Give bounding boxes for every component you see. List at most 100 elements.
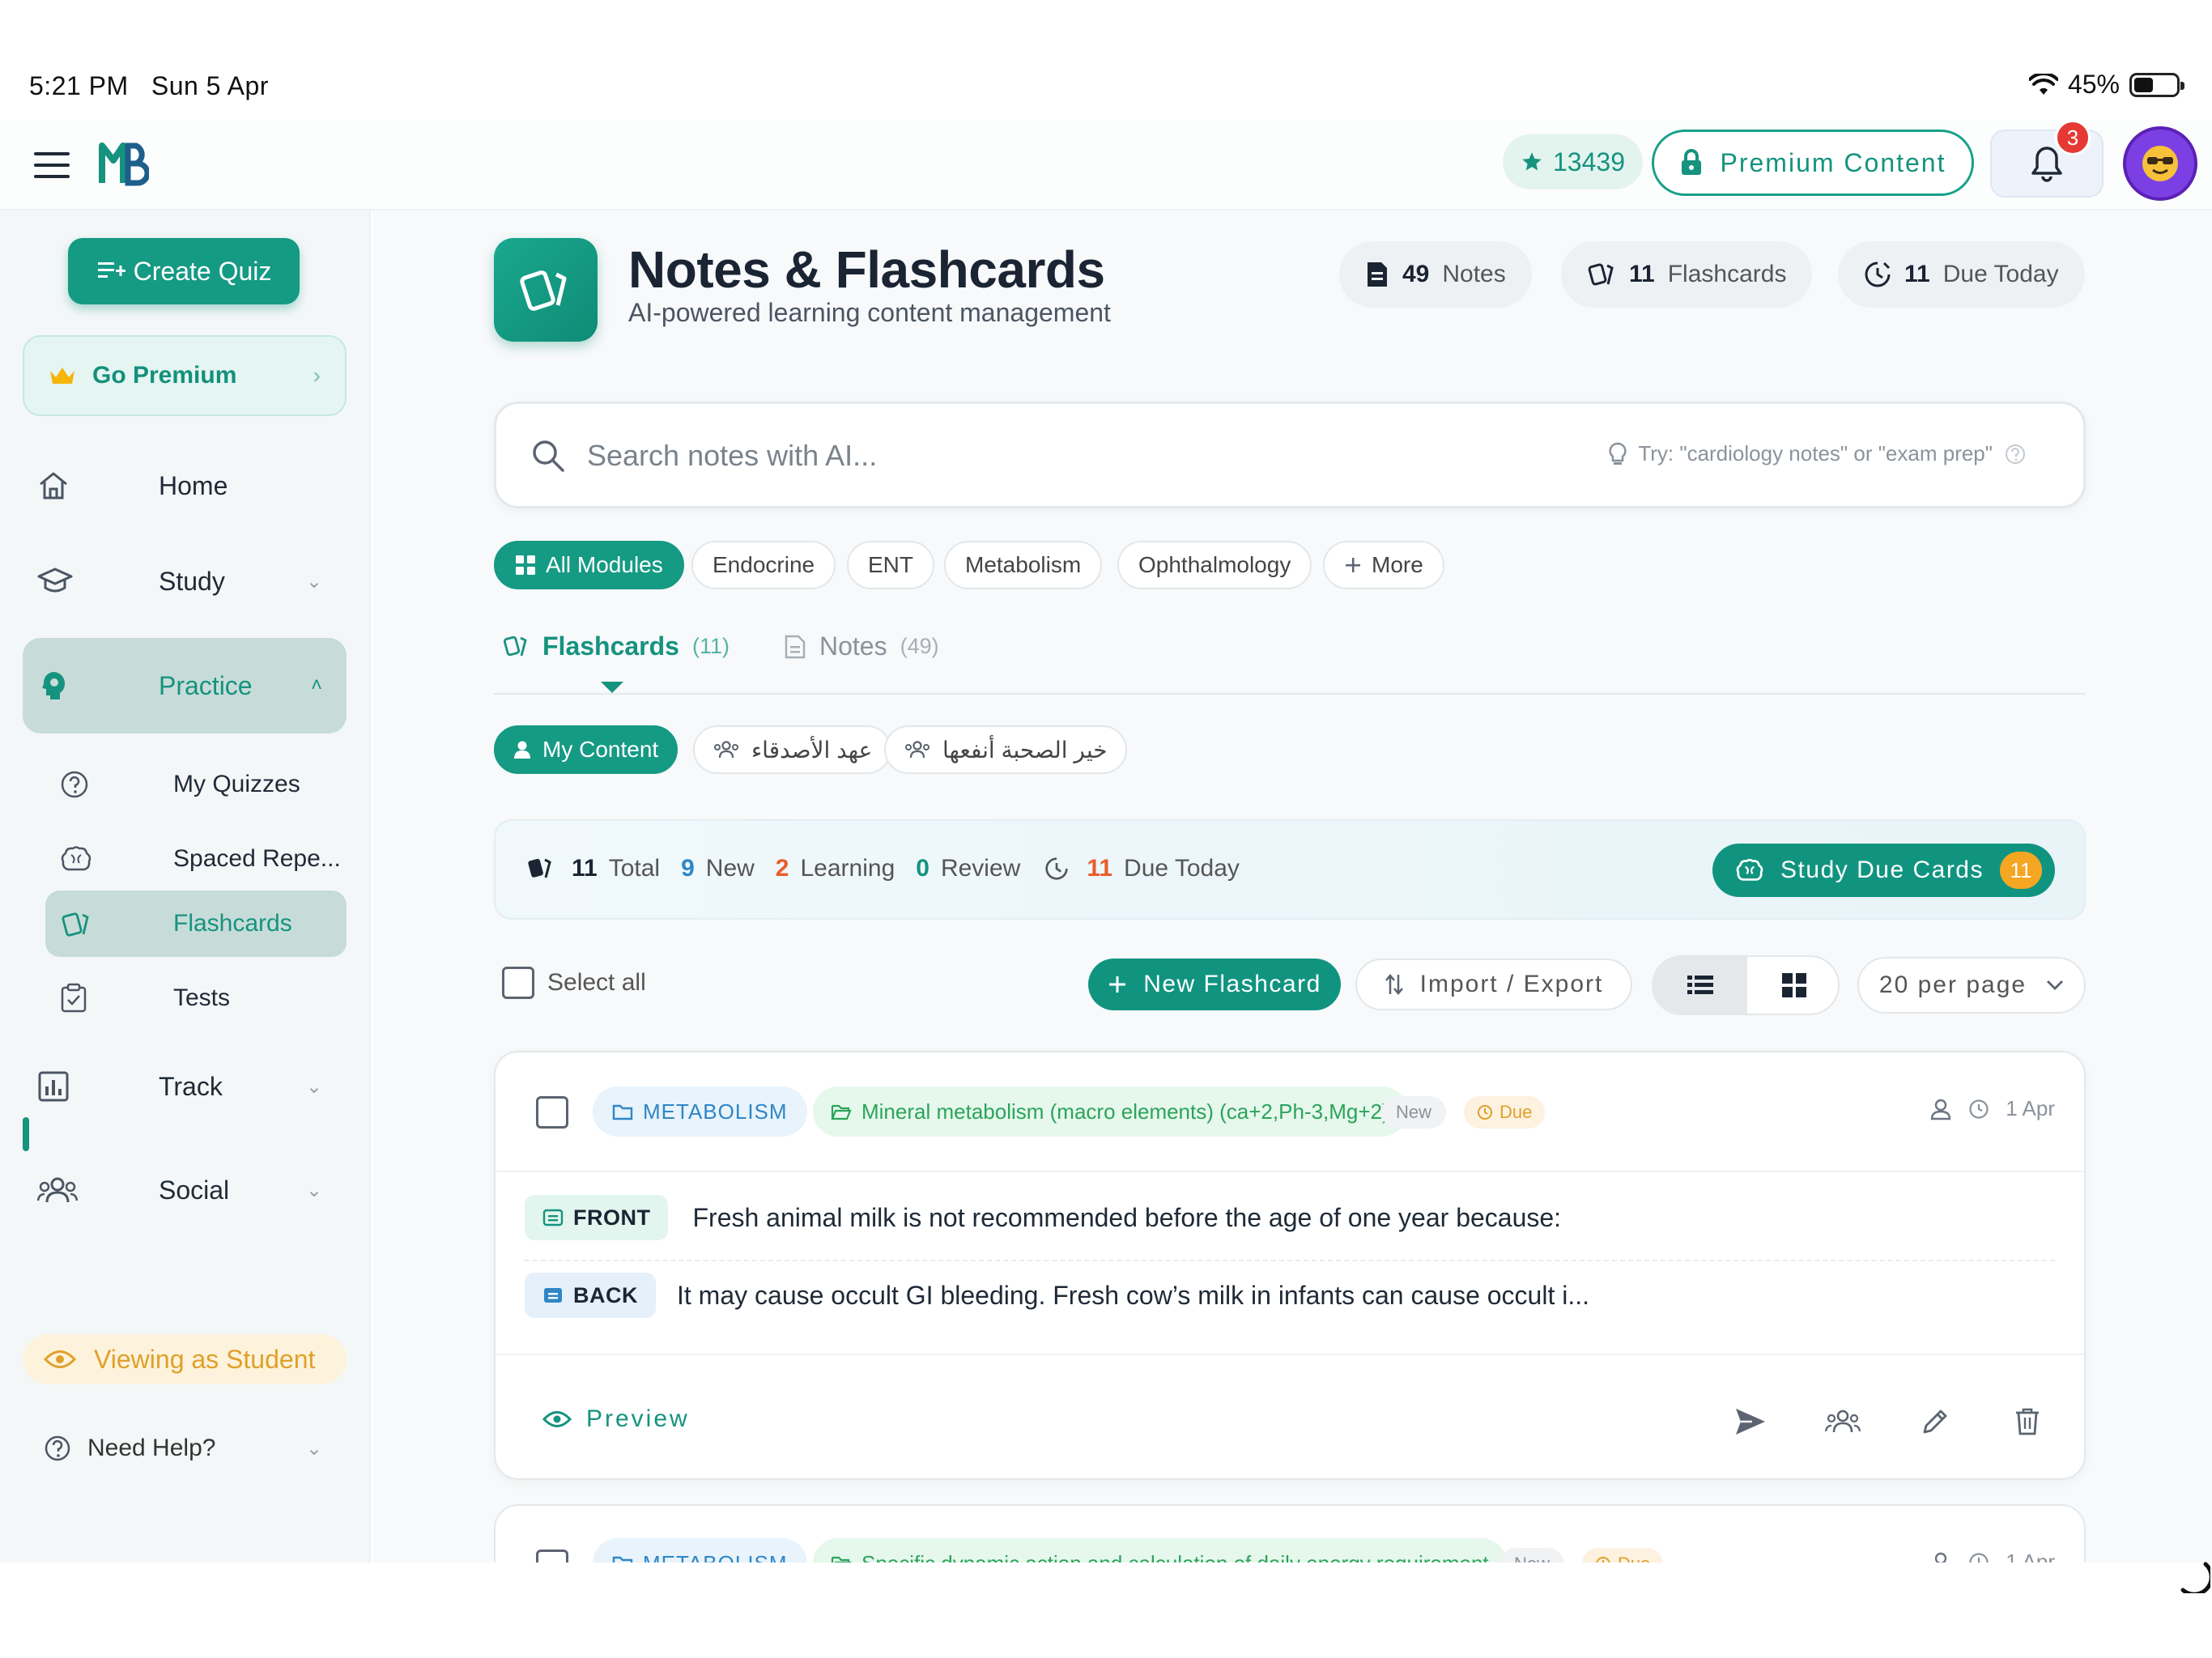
users-icon bbox=[1825, 1409, 1861, 1433]
module-tag-label: METABOLISM bbox=[643, 1551, 788, 1563]
create-quiz-button[interactable]: Create Quiz bbox=[68, 238, 300, 304]
search-hint: Try: "cardiology notes" or "exam prep" bbox=[1609, 441, 2027, 466]
need-help-button[interactable]: Need Help? ⌄ bbox=[23, 1423, 347, 1473]
module-chip-label: Endocrine bbox=[713, 552, 815, 577]
tab-divider bbox=[494, 693, 2086, 695]
delete-button[interactable] bbox=[2008, 1402, 2047, 1441]
edit-button[interactable] bbox=[1916, 1402, 1955, 1441]
module-chip-metabolism[interactable]: Metabolism bbox=[944, 541, 1103, 589]
sidebar-item-study[interactable]: Study ⌄ bbox=[23, 541, 347, 622]
select-all-checkbox[interactable]: Select all bbox=[502, 967, 646, 999]
clock-icon bbox=[1969, 1552, 1989, 1562]
go-premium-button[interactable]: Go Premium › bbox=[23, 335, 347, 416]
loading-spinner-icon bbox=[2175, 1558, 2210, 1593]
summary-total-count: 11 bbox=[572, 855, 598, 882]
sidebar-item-home[interactable]: Home bbox=[23, 445, 347, 526]
flashcard-meta: 1 Apr bbox=[1929, 1550, 2055, 1562]
sidebar-item-practice[interactable]: Practice ˄ bbox=[23, 638, 347, 733]
preview-button[interactable]: Preview bbox=[542, 1405, 690, 1433]
flashcard-select-checkbox[interactable] bbox=[536, 1096, 568, 1129]
sidebar-subitem-label: Tests bbox=[173, 984, 231, 1011]
active-tab-caret bbox=[601, 682, 623, 693]
points-badge[interactable]: 13439 bbox=[1503, 134, 1643, 189]
per-page-select[interactable]: 20 per page bbox=[1857, 957, 2086, 1014]
tab-notes[interactable]: Notes (49) bbox=[784, 631, 939, 661]
sidebar-subitem-spaced-repetition[interactable]: Spaced Repe... bbox=[45, 826, 347, 892]
flashcard-item: METABOLISM Specific dynamic action and c… bbox=[494, 1504, 2086, 1562]
sidebar-item-track[interactable]: Track ⌄ bbox=[23, 1046, 347, 1127]
share-button[interactable] bbox=[1823, 1402, 1862, 1441]
module-tag[interactable]: METABOLISM bbox=[593, 1538, 807, 1562]
search-input[interactable] bbox=[587, 432, 1478, 480]
flashcard-select-checkbox[interactable] bbox=[536, 1550, 568, 1562]
flashcard-date: 1 Apr bbox=[2006, 1096, 2055, 1120]
plus-icon bbox=[1109, 976, 1126, 993]
module-chip-ent[interactable]: ENT bbox=[847, 541, 934, 589]
lock-icon bbox=[1681, 149, 1701, 175]
user-avatar[interactable] bbox=[2123, 126, 2197, 201]
go-premium-label: Go Premium bbox=[92, 362, 237, 389]
topic-tag[interactable]: Mineral metabolism (macro elements) (ca+… bbox=[813, 1086, 1407, 1137]
status-badge-due: Due bbox=[1582, 1548, 1664, 1562]
module-chip-all[interactable]: All Modules bbox=[494, 541, 684, 589]
topic-tag[interactable]: Specific dynamic action and calculation … bbox=[813, 1538, 1507, 1562]
card-outline-icon bbox=[542, 1209, 564, 1226]
premium-content-button[interactable]: Premium Content bbox=[1652, 130, 1974, 196]
list-view-button[interactable] bbox=[1653, 957, 1747, 1014]
study-due-cards-button[interactable]: Study Due Cards 11 bbox=[1712, 844, 2055, 897]
send-button[interactable] bbox=[1731, 1402, 1770, 1441]
sidebar-subitem-label: My Quizzes bbox=[173, 771, 300, 797]
module-chip-endocrine[interactable]: Endocrine bbox=[691, 541, 836, 589]
module-chip-label: Ophthalmology bbox=[1138, 552, 1291, 577]
new-flashcard-button[interactable]: New Flashcard bbox=[1088, 959, 1341, 1010]
chevron-down-icon: ⌄ bbox=[305, 1437, 322, 1460]
checkbox[interactable] bbox=[502, 967, 534, 999]
flashcard-item: METABOLISM Mineral metabolism (macro ele… bbox=[494, 1051, 2086, 1480]
module-chip-ophthalmology[interactable]: Ophthalmology bbox=[1117, 541, 1312, 589]
need-help-label: Need Help? bbox=[87, 1435, 216, 1461]
flashcards-count-pill: 11 Flashcards bbox=[1561, 241, 1813, 308]
back-label: BACK bbox=[525, 1273, 656, 1318]
folder-icon bbox=[612, 1556, 633, 1562]
import-export-button[interactable]: Import / Export bbox=[1355, 959, 1632, 1010]
sidebar-item-social[interactable]: Social ⌄ bbox=[23, 1150, 347, 1231]
sidebar-subitem-my-quizzes[interactable]: My Quizzes bbox=[45, 751, 347, 818]
bell-icon bbox=[2031, 147, 2062, 182]
preview-label: Preview bbox=[586, 1405, 690, 1432]
import-export-label: Import / Export bbox=[1419, 971, 1604, 997]
sidebar-subitem-flashcards[interactable]: Flashcards bbox=[45, 891, 347, 957]
source-chip-friends[interactable]: عهد الأصدقاء bbox=[693, 725, 892, 774]
module-tag[interactable]: METABOLISM bbox=[593, 1086, 807, 1137]
module-chip-more[interactable]: More bbox=[1323, 541, 1444, 589]
help-circle-icon[interactable] bbox=[2004, 443, 2027, 466]
document-outline-icon bbox=[785, 635, 806, 658]
tab-flashcards[interactable]: Flashcards (11) bbox=[502, 631, 730, 661]
sidebar-subitem-tests[interactable]: Tests bbox=[45, 965, 347, 1031]
flashcards-count: 11 bbox=[1629, 261, 1655, 287]
pencil-icon bbox=[1923, 1409, 1947, 1434]
app-logo[interactable] bbox=[99, 141, 149, 186]
module-chip-label: ENT bbox=[868, 552, 913, 577]
module-tag-label: METABOLISM bbox=[643, 1099, 788, 1124]
hamburger-menu-button[interactable] bbox=[32, 147, 73, 183]
tab-count: (11) bbox=[691, 634, 730, 658]
sidebar-item-label: Practice bbox=[159, 670, 253, 700]
face-divider bbox=[525, 1260, 2055, 1261]
lightbulb-icon bbox=[1609, 442, 1627, 465]
source-chip-best-friends[interactable]: خير الصحبة أنفعها bbox=[884, 725, 1127, 774]
due-today-label: Due Today bbox=[1942, 261, 2059, 287]
sidebar-subitem-label: Flashcards bbox=[173, 910, 292, 937]
grid-view-button[interactable] bbox=[1747, 957, 1838, 1014]
page-title: Notes & Flashcards bbox=[628, 240, 1105, 299]
folder-open-icon bbox=[831, 1104, 852, 1120]
document-icon bbox=[1368, 262, 1387, 287]
users-icon bbox=[714, 741, 738, 759]
cards-filled-icon bbox=[528, 858, 551, 878]
grid-icon bbox=[1782, 973, 1806, 997]
flashcard-actions bbox=[1731, 1402, 2047, 1441]
graduation-cap-icon bbox=[23, 565, 96, 597]
study-due-count-badge: 11 bbox=[2000, 852, 2042, 889]
source-chip-label: My Content bbox=[542, 737, 659, 762]
eye-icon bbox=[44, 1350, 76, 1368]
source-chip-my-content[interactable]: My Content bbox=[494, 725, 678, 774]
